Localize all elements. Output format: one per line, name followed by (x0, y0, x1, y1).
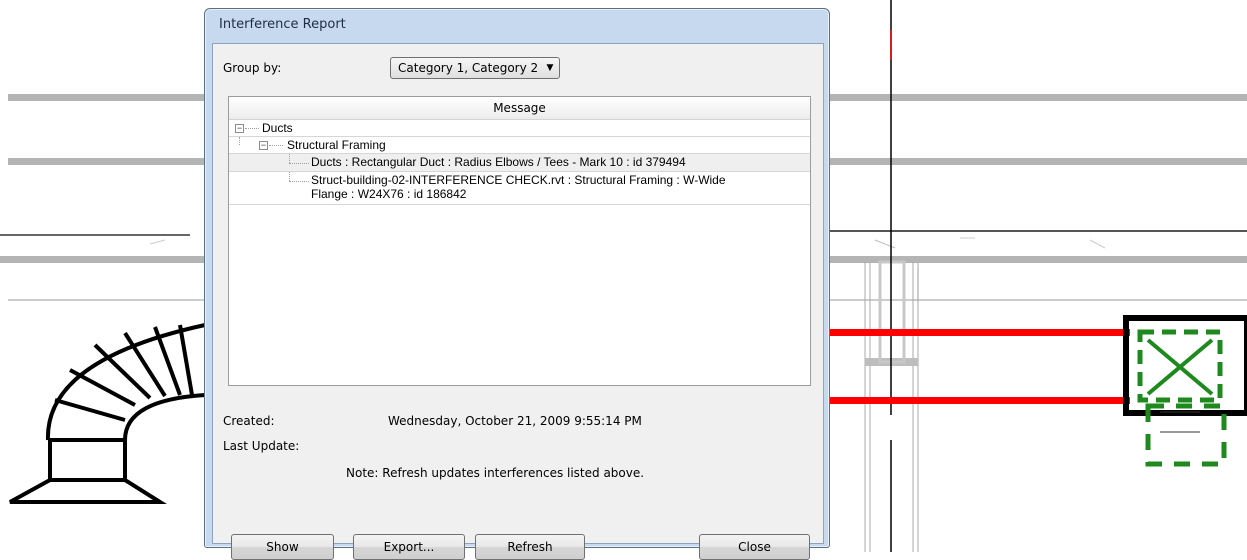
dialog-title: Interference Report (219, 17, 346, 32)
dialog-client-area: Group by: Category 1, Category 2 ▼ Messa… (212, 43, 824, 560)
duct-elbow (9, 323, 206, 504)
created-value: Wednesday, October 21, 2009 9:55:14 PM (388, 414, 642, 428)
wall-lines-left (0, 94, 208, 301)
refresh-note: Note: Refresh updates interferences list… (346, 466, 645, 480)
column-header-message[interactable]: Message (229, 97, 810, 120)
collapse-icon[interactable]: − (235, 124, 244, 133)
highlighted-duct (830, 329, 1130, 404)
tree-item-framing-line2: Flange : W24X76 : id 186842 (311, 187, 467, 201)
group-by-dropdown[interactable]: Category 1, Category 2 ▼ (390, 57, 560, 79)
group-by-value: Category 1, Category 2 (398, 61, 539, 75)
tree-item-framing[interactable]: Struct-building-02-INTERFERENCE CHECK.rv… (229, 172, 810, 205)
chevron-down-icon[interactable]: ▼ (541, 58, 559, 78)
tree-node-structural-framing[interactable]: − Structural Framing (229, 137, 810, 154)
collapse-icon[interactable]: − (259, 141, 268, 150)
tree-item-duct-label: Ducts : Rectangular Duct : Radius Elbows… (311, 155, 686, 169)
tree-item-duct[interactable]: Ducts : Rectangular Duct : Radius Elbows… (229, 154, 810, 172)
interference-element (1123, 315, 1247, 467)
export-button[interactable]: Export... (353, 534, 465, 560)
refresh-button[interactable]: Refresh (475, 534, 585, 560)
wall-lines-right (830, 94, 1247, 552)
tree-label-structural-framing: Structural Framing (287, 138, 386, 152)
tree-node-ducts[interactable]: − Ducts (229, 120, 810, 137)
last-update-label: Last Update: (223, 439, 300, 453)
tree-label-ducts: Ducts (262, 121, 293, 135)
close-button[interactable]: Close (699, 534, 810, 560)
created-label: Created: (223, 414, 275, 428)
interference-report-dialog: Interference Report Group by: Category 1… (204, 8, 830, 560)
show-button[interactable]: Show (231, 534, 334, 560)
interference-list[interactable]: Message − Ducts − Structural Framing Duc… (228, 96, 811, 386)
group-by-label: Group by: (223, 61, 282, 75)
